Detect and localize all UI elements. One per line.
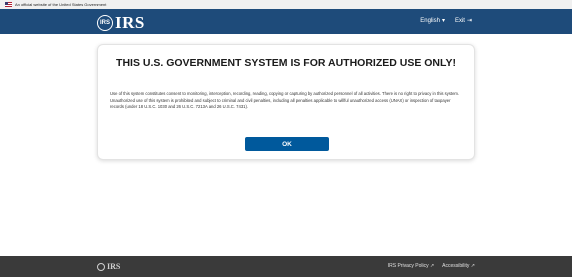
exit-label: Exit [454,17,465,24]
language-selector[interactable]: English ▾ [420,17,445,25]
footer-links: IRS Privacy Policy ↗ Accessibility ↗ [388,263,475,269]
gov-banner-text: An official website of the United States… [15,2,107,7]
footer-logo-text: IRS [107,262,121,271]
chevron-down-icon: ▾ [441,18,445,24]
irs-eagle-icon [97,262,105,271]
site-footer: IRS IRS Privacy Policy ↗ Accessibility ↗ [0,256,572,277]
privacy-policy-label: IRS Privacy Policy [387,263,429,269]
external-link-icon: ↗ [429,263,435,269]
accessibility-link[interactable]: Accessibility ↗ [442,263,475,269]
notice-body: Use of this system constitutes consent t… [110,91,460,109]
logo-text: IRS [115,13,145,32]
privacy-policy-link[interactable]: IRS Privacy Policy ↗ [388,263,434,269]
us-flag-icon [5,2,12,7]
accessibility-label: Accessibility [442,263,470,269]
main-content: THIS U.S. GOVERNMENT SYSTEM IS FOR AUTHO… [0,34,572,256]
language-label: English [420,17,440,24]
irs-eagle-icon: IRS [97,15,113,31]
ok-button[interactable]: OK [245,137,329,151]
notice-title: THIS U.S. GOVERNMENT SYSTEM IS FOR AUTHO… [116,57,456,69]
exit-link[interactable]: Exit ⇥ [454,17,472,25]
header-nav: English ▾ Exit ⇥ [420,17,472,25]
exit-icon: ⇥ [466,18,472,24]
irs-logo[interactable]: IRS IRS [97,13,145,33]
site-header: IRS IRS English ▾ Exit ⇥ [0,9,572,34]
external-link-icon: ↗ [470,263,475,269]
authorized-use-notice: THIS U.S. GOVERNMENT SYSTEM IS FOR AUTHO… [97,44,475,160]
footer-logo[interactable]: IRS [97,262,120,271]
gov-banner: An official website of the United States… [0,0,572,9]
